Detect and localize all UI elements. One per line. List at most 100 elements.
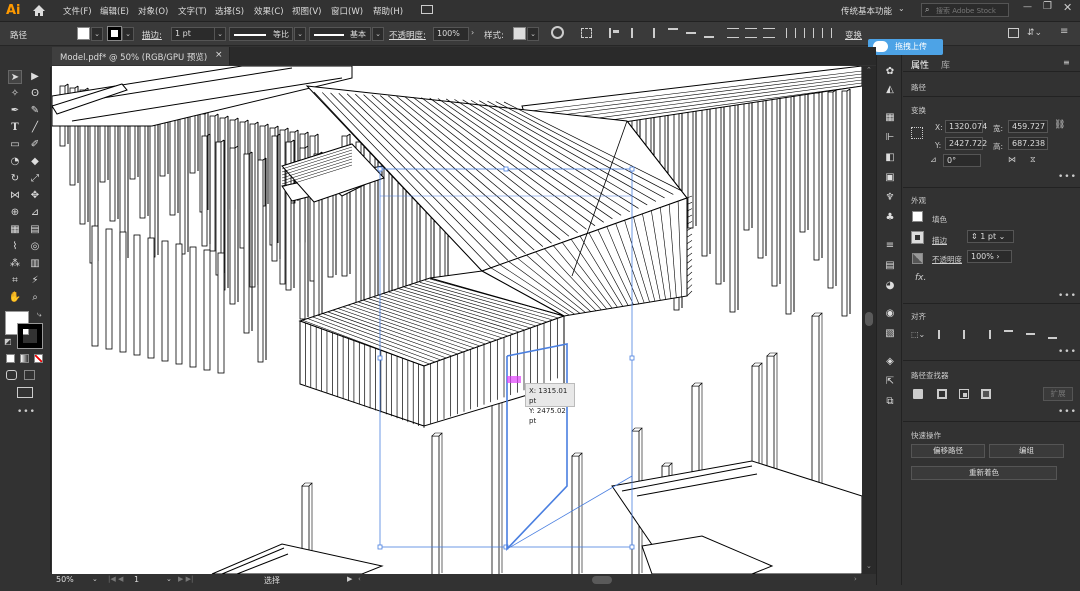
gradient-tool-icon[interactable]: ▤ [28, 223, 42, 237]
stroke-swatch-panel[interactable] [911, 231, 924, 244]
stroke-panel-icon[interactable]: ≡ [883, 239, 897, 253]
eraser-tool-icon[interactable]: ◆ [28, 155, 42, 169]
group-button[interactable]: 编组 [989, 444, 1064, 458]
graphic-styles-panel-icon[interactable]: ▧ [883, 327, 897, 341]
angle-field[interactable]: 0° [943, 154, 981, 167]
graphic-style-swatch[interactable] [513, 27, 526, 40]
transform-more-icon[interactable]: ••• [1058, 172, 1077, 182]
symbol-sprayer-tool-icon[interactable]: ⁂ [8, 257, 22, 271]
menu-effect[interactable]: 效果(C) [254, 5, 284, 17]
artboard-tool-icon[interactable]: ⌗ [8, 274, 22, 288]
zoom-level[interactable]: 50% [56, 575, 74, 584]
none-mode-icon[interactable] [34, 354, 43, 363]
draw-behind-icon[interactable] [24, 370, 35, 380]
stroke-swatch[interactable] [107, 26, 122, 41]
column-graph-tool-icon[interactable]: ▥ [28, 257, 42, 271]
workspace-switcher[interactable]: 传统基本功能 [841, 5, 892, 17]
slice-tool-icon[interactable]: ⚡ [28, 274, 42, 288]
align-panel-icon[interactable]: ⊩ [883, 131, 897, 145]
fill-swatch[interactable] [77, 27, 90, 40]
panel-align-hcenter-icon[interactable] [960, 330, 969, 339]
exclude-icon[interactable] [981, 389, 991, 399]
align-to-icon[interactable] [581, 28, 592, 38]
brushes-panel-icon[interactable]: ♆ [883, 191, 897, 205]
panel-align-vcenter-icon[interactable] [1026, 330, 1035, 339]
panel-align-right-icon[interactable] [982, 330, 991, 339]
flip-horizontal-icon[interactable]: ⋈ [1008, 155, 1016, 164]
reference-point-icon[interactable] [911, 127, 923, 139]
height-field[interactable]: 687.238 [1008, 137, 1048, 150]
align-top-icon[interactable] [668, 28, 678, 38]
shape-builder-tool-icon[interactable]: ⊕ [8, 206, 22, 220]
variable-width-profile[interactable]: 等比 [229, 27, 293, 41]
vertical-scrollbar[interactable]: ⌃ ⌄ [862, 66, 876, 574]
menu-file[interactable]: 文件(F) [63, 5, 92, 17]
status-menu-icon[interactable]: ▶ [347, 575, 352, 583]
appearance-more-icon[interactable]: ••• [1058, 291, 1077, 301]
artboard-number[interactable]: 1 [134, 575, 139, 584]
panel-align-bottom-icon[interactable] [1048, 330, 1057, 339]
panel-options-icon[interactable]: ≡ [1063, 58, 1070, 67]
fill-swatch-panel[interactable] [912, 211, 923, 222]
opacity-label-panel[interactable]: 不透明度 [932, 254, 962, 265]
layers-panel-icon[interactable]: ◈ [883, 355, 897, 369]
recolor-button[interactable]: 重新着色 [911, 466, 1057, 480]
width-tool-icon[interactable]: ⋈ [8, 189, 22, 203]
curvature-tool-icon[interactable]: ✎ [28, 104, 42, 118]
style-dropdown[interactable]: ⌄ [527, 27, 539, 41]
distribute-left-icon[interactable] [786, 28, 796, 38]
pen-tool-icon[interactable]: ✒ [8, 104, 22, 118]
upload-button[interactable]: 拖拽上传 [868, 39, 943, 55]
tab-libraries[interactable]: 库 [941, 58, 950, 71]
link-proportions-icon[interactable]: ⛓ [1054, 120, 1065, 130]
align-hcenter-icon[interactable] [627, 28, 637, 38]
restore-icon[interactable]: ❐ [1043, 1, 1052, 12]
opacity-field[interactable]: 100% [433, 27, 469, 41]
rectangle-tool-icon[interactable]: ▭ [8, 138, 22, 152]
minimize-icon[interactable]: — [1023, 2, 1032, 12]
stroke-weight-panel[interactable]: ⇕ 1 pt ⌄ [967, 230, 1014, 243]
stroke-label-panel[interactable]: 描边 [932, 235, 947, 246]
color-panel-icon[interactable]: ◭ [883, 83, 897, 97]
brush-definition[interactable]: 基本 [309, 27, 371, 41]
arrange-documents-icon[interactable]: ⇵⌄ [1027, 28, 1042, 38]
mesh-tool-icon[interactable]: ▦ [8, 223, 22, 237]
zoom-dropdown-icon[interactable]: ⌄ [92, 575, 98, 583]
transform-link[interactable]: 变换 [845, 29, 862, 41]
x-field[interactable]: 1320.074 [945, 120, 987, 133]
swap-colors-icon[interactable]: ⤷ [37, 310, 41, 320]
last-artboard-icon[interactable]: ▶ ▶| [178, 575, 193, 583]
screen-mode-icon[interactable] [17, 387, 33, 398]
opacity-label[interactable]: 不透明度: [389, 29, 426, 41]
close-icon[interactable]: ✕ [1063, 1, 1072, 14]
hand-tool-icon[interactable]: ✋ [8, 291, 22, 305]
color-mode-icon[interactable] [6, 354, 15, 363]
rotate-tool-icon[interactable]: ↻ [8, 172, 22, 186]
scroll-left-icon[interactable]: ‹ [358, 575, 361, 583]
menu-icon[interactable]: ≡ [1060, 26, 1068, 37]
align-more-icon[interactable]: ••• [1058, 347, 1077, 357]
perspective-grid-tool-icon[interactable]: ⊿ [28, 206, 42, 220]
shaper-tool-icon[interactable]: ◔ [8, 155, 22, 169]
y-field[interactable]: 2427.722 [945, 137, 987, 150]
scroll-up-icon[interactable]: ⌃ [866, 66, 872, 74]
transparency-panel-icon[interactable]: ◕ [883, 279, 897, 293]
panel-menu-icon[interactable] [1008, 28, 1019, 38]
line-tool-icon[interactable]: ╱ [28, 121, 42, 135]
arrange-icon[interactable] [421, 5, 433, 14]
width-field[interactable]: 459.727 [1008, 120, 1048, 133]
selection-tool-icon[interactable]: ➤ [8, 70, 22, 84]
blend-tool-icon[interactable]: ◎ [28, 240, 42, 254]
menu-view[interactable]: 视图(V) [292, 5, 321, 17]
stroke-color-swatch[interactable] [17, 323, 43, 349]
color-guide-icon[interactable]: ✿ [883, 65, 897, 79]
document-tab[interactable]: Model.pdf* @ 50% (RGB/GPU 预览) × [52, 47, 230, 65]
fill-dropdown[interactable]: ⌄ [91, 27, 103, 41]
home-icon[interactable] [32, 4, 46, 17]
menu-select[interactable]: 选择(S) [215, 5, 244, 17]
default-colors-icon[interactable]: ◩ [4, 337, 12, 346]
zoom-tool-icon[interactable]: ⌕ [28, 291, 42, 305]
gradient-panel-icon[interactable]: ▤ [883, 259, 897, 273]
menu-type[interactable]: 文字(T) [178, 5, 207, 17]
close-tab-icon[interactable]: × [215, 50, 223, 60]
